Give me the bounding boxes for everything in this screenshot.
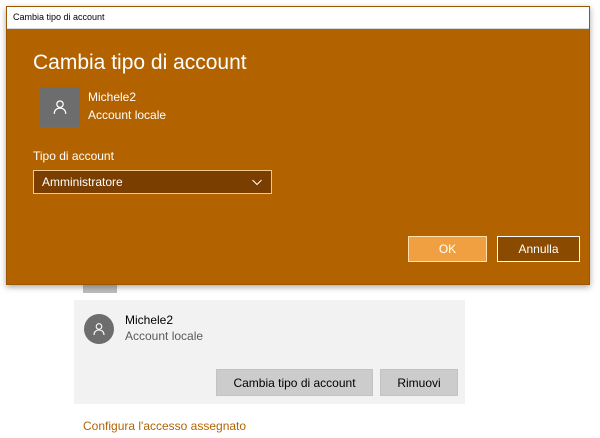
configure-assigned-access-link[interactable]: Configura l'accesso assegnato (83, 419, 246, 433)
account-name: Michele2 (125, 313, 174, 327)
dialog-heading: Cambia tipo di account (33, 51, 247, 74)
remove-account-button[interactable]: Rimuovi (380, 369, 458, 396)
chevron-down-icon (252, 179, 262, 186)
change-account-type-dialog: Cambia tipo di account Cambia tipo di ac… (6, 6, 590, 285)
account-card[interactable]: Michele2 Account locale Cambia tipo di a… (74, 300, 465, 404)
account-type: Account locale (125, 329, 204, 343)
cancel-button[interactable]: Annulla (497, 236, 580, 262)
dialog-titlebar[interactable]: Cambia tipo di account (7, 7, 589, 29)
ok-button[interactable]: OK (408, 236, 487, 262)
dialog-user-account-type: Account locale (88, 108, 167, 122)
dialog-user-name: Michele2 (88, 90, 137, 104)
account-type-label: Tipo di account (33, 149, 114, 163)
dialog-window-title: Cambia tipo di account (13, 12, 105, 22)
person-icon (40, 87, 80, 127)
account-type-selected-value: Amministratore (42, 175, 123, 189)
person-icon (84, 314, 114, 344)
change-account-type-button[interactable]: Cambia tipo di account (216, 369, 373, 396)
account-type-select[interactable]: Amministratore (33, 170, 272, 194)
